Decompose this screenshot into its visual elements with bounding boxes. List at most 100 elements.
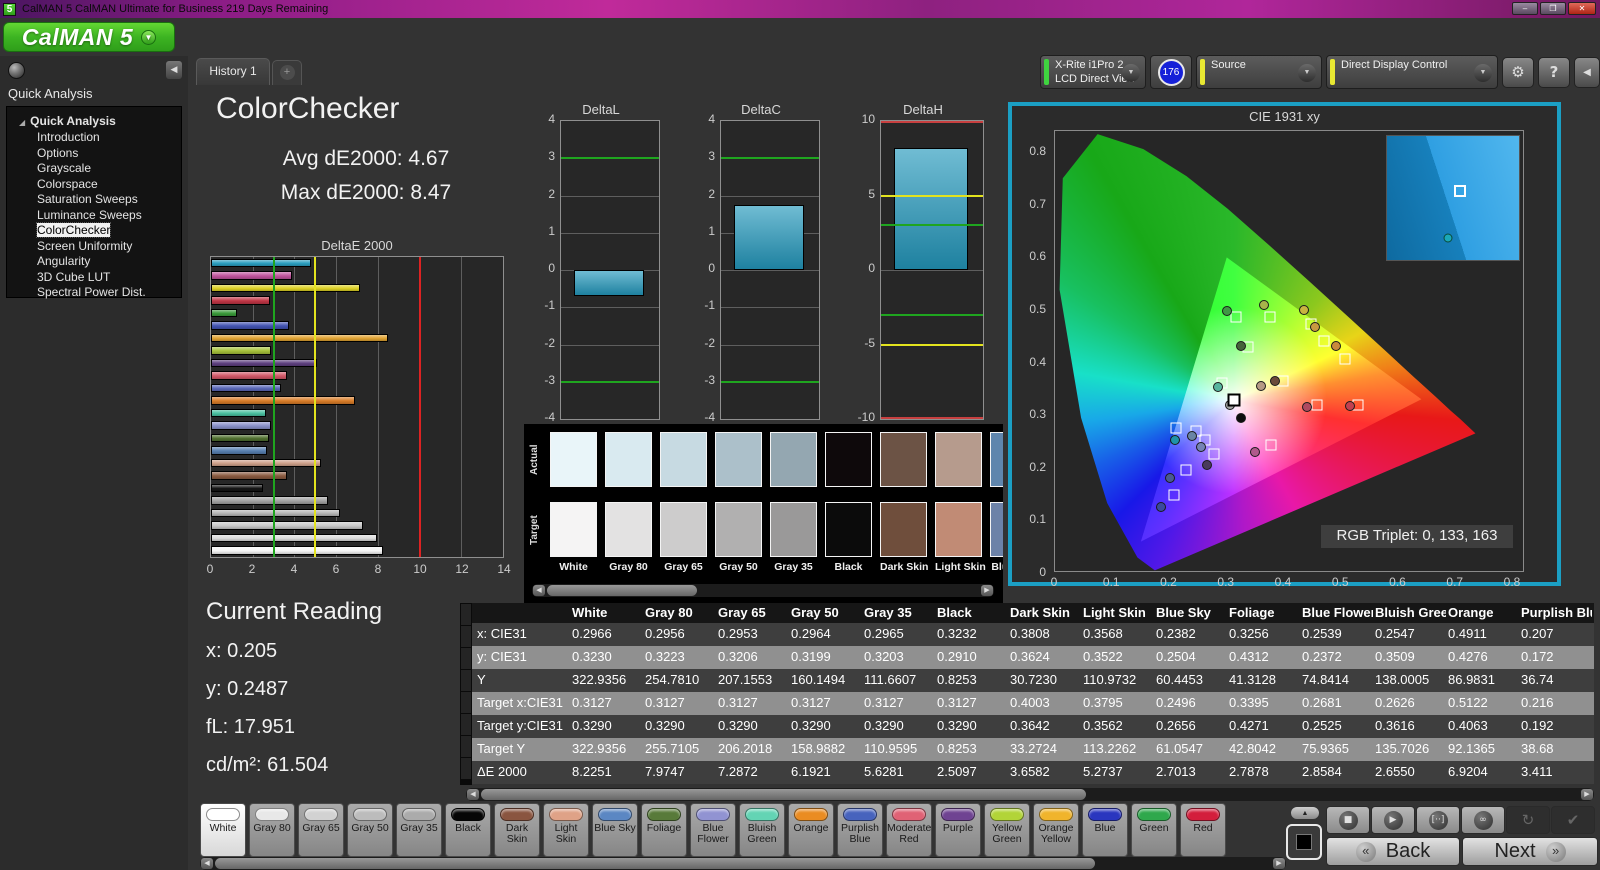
scroll-right-icon[interactable]: ▶ xyxy=(981,585,993,596)
chevron-down-icon[interactable]: ▼ xyxy=(1122,64,1140,82)
back-button[interactable]: « Back xyxy=(1326,837,1460,866)
table-cell: 0.2539 xyxy=(1302,626,1342,641)
patch-button-green[interactable]: Green xyxy=(1131,803,1177,857)
sidebar-item-screen-uniformity[interactable]: Screen Uniformity xyxy=(7,239,181,255)
swatch-scrollbar[interactable]: ◀ ▶ xyxy=(532,584,994,597)
x-tick-label: 0.6 xyxy=(1389,575,1406,589)
display-control-dropdown[interactable]: Direct Display Control ▼ xyxy=(1326,55,1498,89)
scroll-thumb[interactable] xyxy=(481,789,1086,800)
patch-button-purple[interactable]: Purple xyxy=(935,803,981,857)
panel-collapse-icon[interactable]: ◀ xyxy=(1574,57,1600,88)
minimize-button[interactable]: – xyxy=(1512,2,1538,15)
range-button[interactable]: [··] xyxy=(1416,806,1460,834)
table-cell: 0.3509 xyxy=(1375,649,1415,664)
meter-dropdown[interactable]: X-Rite i1Pro 2 LCD Direct View ▼ xyxy=(1040,55,1146,89)
bottom-scrollbar[interactable]: ◀ ▶ xyxy=(200,857,1286,870)
scroll-right-icon[interactable]: ▶ xyxy=(1581,789,1593,800)
scroll-thumb[interactable] xyxy=(547,585,697,596)
table-row[interactable]: x: CIE31 0.2966 0.2956 0.2953 0.2964 0.2965 0.… xyxy=(472,623,1594,646)
stop-button[interactable]: ■ xyxy=(1326,806,1370,834)
sidebar-item-angularity[interactable]: Angularity xyxy=(7,254,181,270)
patch-button-red[interactable]: Red xyxy=(1180,803,1226,857)
tab-add-button[interactable]: + xyxy=(272,60,302,85)
patch-button-blue-flower[interactable]: Blue Flower xyxy=(690,803,736,857)
table-cell: 86.9831 xyxy=(1448,672,1495,687)
table-row[interactable]: Target x:CIE31 0.3127 0.3127 0.3127 0.3127 0.… xyxy=(472,692,1594,715)
sidebar-collapse-icon[interactable]: ◀ xyxy=(166,61,182,79)
table-scrollbar[interactable]: ◀ ▶ xyxy=(466,788,1594,801)
patch-button-black[interactable]: Black xyxy=(445,803,491,857)
patch-button-gray-65[interactable]: Gray 65 xyxy=(298,803,344,857)
sidebar-item-colorchecker[interactable]: ColorChecker xyxy=(7,222,181,239)
sidebar-item-luminance-sweeps[interactable]: Luminance Sweeps xyxy=(7,208,181,224)
close-button[interactable]: ✕ xyxy=(1568,2,1596,15)
chevron-down-icon[interactable]: ▼ xyxy=(1474,64,1492,82)
sidebar-item-saturation-sweeps[interactable]: Saturation Sweeps xyxy=(7,192,181,208)
reference-line xyxy=(721,157,819,160)
help-icon[interactable]: ? xyxy=(1538,57,1570,88)
sidebar-item-3d-cube-lut[interactable]: 3D Cube LUT xyxy=(7,270,181,286)
scroll-left-icon[interactable]: ◀ xyxy=(201,858,213,869)
tab-history-1[interactable]: History 1 xyxy=(196,58,270,85)
reference-line xyxy=(418,257,421,557)
table-cell: 0.2382 xyxy=(1156,626,1196,641)
calman-logo[interactable]: CalMAN 5 ▼ xyxy=(3,22,175,52)
table-row[interactable]: y: CIE31 0.3230 0.3223 0.3206 0.3199 0.3203 0.… xyxy=(472,646,1594,669)
sidebar-item-spectral-power-dist-[interactable]: Spectral Power Dist. xyxy=(7,285,181,301)
scroll-left-icon[interactable]: ◀ xyxy=(467,789,479,800)
play-button[interactable]: ▶ xyxy=(1371,806,1415,834)
sidebar-item-introduction[interactable]: Introduction xyxy=(7,130,181,146)
confirm-button[interactable]: ✔ xyxy=(1551,806,1595,834)
table-cell: 113.2262 xyxy=(1083,741,1137,756)
patch-button-blue[interactable]: Blue xyxy=(1082,803,1128,857)
gridline xyxy=(721,270,819,271)
patch-button-orange-yellow[interactable]: Orange Yellow xyxy=(1033,803,1079,857)
patch-button-gray-50[interactable]: Gray 50 xyxy=(347,803,393,857)
source-dropdown[interactable]: Source ▼ xyxy=(1196,55,1322,89)
loop-button[interactable]: ∞ xyxy=(1461,806,1505,834)
cie-target-square xyxy=(1339,353,1351,365)
patch-button-purplish-blue[interactable]: Purplish Blue xyxy=(837,803,883,857)
actual-swatch-row xyxy=(550,432,1003,487)
patch-button-bluish-green[interactable]: Bluish Green xyxy=(739,803,785,857)
sphere-button[interactable] xyxy=(8,62,25,79)
patch-button-blue-sky[interactable]: Blue Sky xyxy=(592,803,638,857)
patch-button-moderate-red[interactable]: Moderate Red xyxy=(886,803,932,857)
patch-button-orange[interactable]: Orange xyxy=(788,803,834,857)
maximize-button[interactable]: ❐ xyxy=(1540,2,1566,15)
scroll-right-icon[interactable]: ▶ xyxy=(1273,858,1285,869)
table-cell: 0.2956 xyxy=(645,626,685,641)
patch-window-button[interactable] xyxy=(1286,824,1322,860)
cie-1931-panel[interactable]: CIE 1931 xy RGB Triplet: 0, 133, 163 0 0.… xyxy=(1008,102,1561,589)
table-cell: 0.3290 xyxy=(645,718,685,733)
patch-button-gray-35[interactable]: Gray 35 xyxy=(396,803,442,857)
scroll-thumb[interactable] xyxy=(215,858,1095,869)
table-row[interactable]: Y 322.9356 254.7810 207.1553 160.1494 111.660… xyxy=(472,669,1594,692)
sidebar-item-colorspace[interactable]: Colorspace xyxy=(7,177,181,193)
patch-button-yellow-green[interactable]: Yellow Green xyxy=(984,803,1030,857)
patch-button-dark-skin[interactable]: Dark Skin xyxy=(494,803,540,857)
table-row[interactable]: ΔE 2000 8.2251 7.9747 7.2872 6.1921 5.6281 2.5… xyxy=(472,761,1594,784)
tree-expand-icon[interactable]: ◢ xyxy=(19,118,25,127)
logo-dropdown-icon[interactable]: ▼ xyxy=(141,29,157,45)
sidebar-root[interactable]: ◢ Quick Analysis xyxy=(7,113,181,130)
chevron-down-icon[interactable]: ▼ xyxy=(1298,64,1316,82)
gear-icon[interactable]: ⚙ xyxy=(1502,57,1534,88)
scroll-left-icon[interactable]: ◀ xyxy=(533,585,545,596)
table-cell: 61.0547 xyxy=(1156,741,1203,756)
next-button[interactable]: Next » xyxy=(1462,837,1598,866)
sidebar-item-grayscale[interactable]: Grayscale xyxy=(7,161,181,177)
gridline xyxy=(461,257,463,557)
patch-button-foliage[interactable]: Foliage xyxy=(641,803,687,857)
patch-button-light-skin[interactable]: Light Skin xyxy=(543,803,589,857)
title-bar[interactable]: 5 CalMAN 5 CalMAN Ultimate for Business … xyxy=(0,0,1600,18)
table-row[interactable]: Target y:CIE31 0.3290 0.3290 0.3290 0.3290 0.… xyxy=(472,715,1594,738)
strip-expand-icon[interactable]: ▲ xyxy=(1290,806,1320,820)
table-cell: 0.2964 xyxy=(791,626,831,641)
measurement-table[interactable]: White Gray 80 Gray 65 Gray 50 Gray 35 Black Da… xyxy=(472,603,1594,785)
sidebar-item-options[interactable]: Options xyxy=(7,146,181,162)
patch-button-white[interactable]: White xyxy=(200,803,246,857)
table-row[interactable]: Target Y 322.9356 255.7105 206.2018 158.9882… xyxy=(472,738,1594,761)
patch-button-gray-80[interactable]: Gray 80 xyxy=(249,803,295,857)
refresh-button[interactable]: ↻ xyxy=(1506,806,1550,834)
